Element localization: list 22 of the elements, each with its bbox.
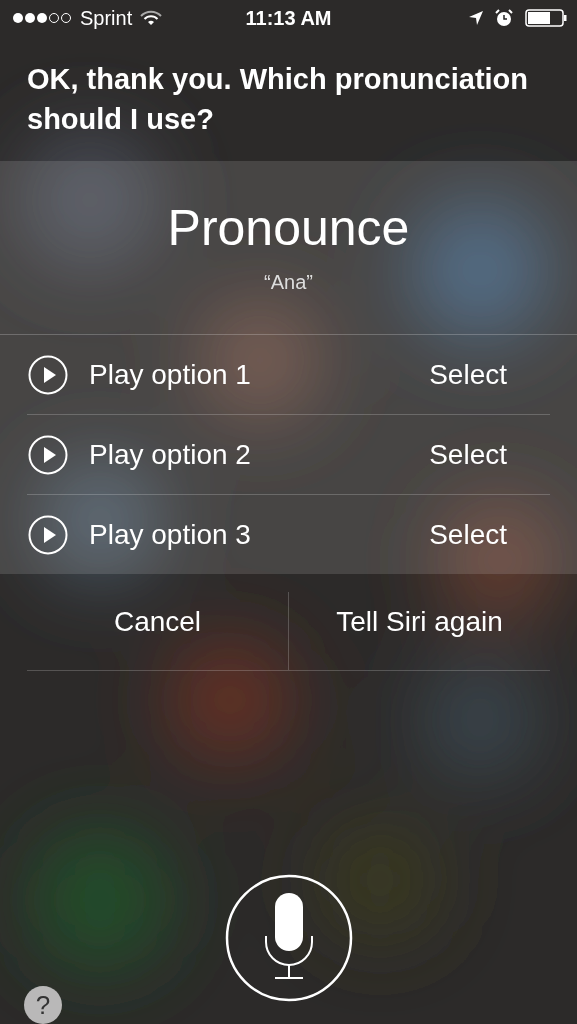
play-option-link[interactable]: Play option 1 [89,358,430,391]
siri-response: OK, thank you. Which pronunciation should I use? [26,62,530,137]
card-subtitle: “Ana” [264,271,313,294]
select-link[interactable]: Select [429,518,507,551]
alarm-clock-icon [495,9,513,27]
signal-icon [12,12,72,24]
microphone-button[interactable] [224,874,353,1002]
play-option-link[interactable]: Play option 2 [89,438,430,471]
play-icon[interactable] [28,434,68,475]
action-button[interactable]: Tell Siri again [288,592,550,670]
select-link[interactable]: Select [429,358,507,391]
wifi-icon [140,10,163,26]
battery-icon [525,9,567,27]
play-icon[interactable] [28,514,68,555]
carrier-name: Sprint [80,6,133,30]
location-arrow-icon [469,11,483,25]
action-button[interactable]: Cancel [27,574,288,670]
play-icon[interactable] [28,354,68,395]
card-title: Pronounce [167,199,410,257]
play-option-link[interactable]: Play option 3 [89,518,430,551]
select-link[interactable]: Select [429,438,507,471]
clock-time: 11:13 AM [245,6,332,30]
